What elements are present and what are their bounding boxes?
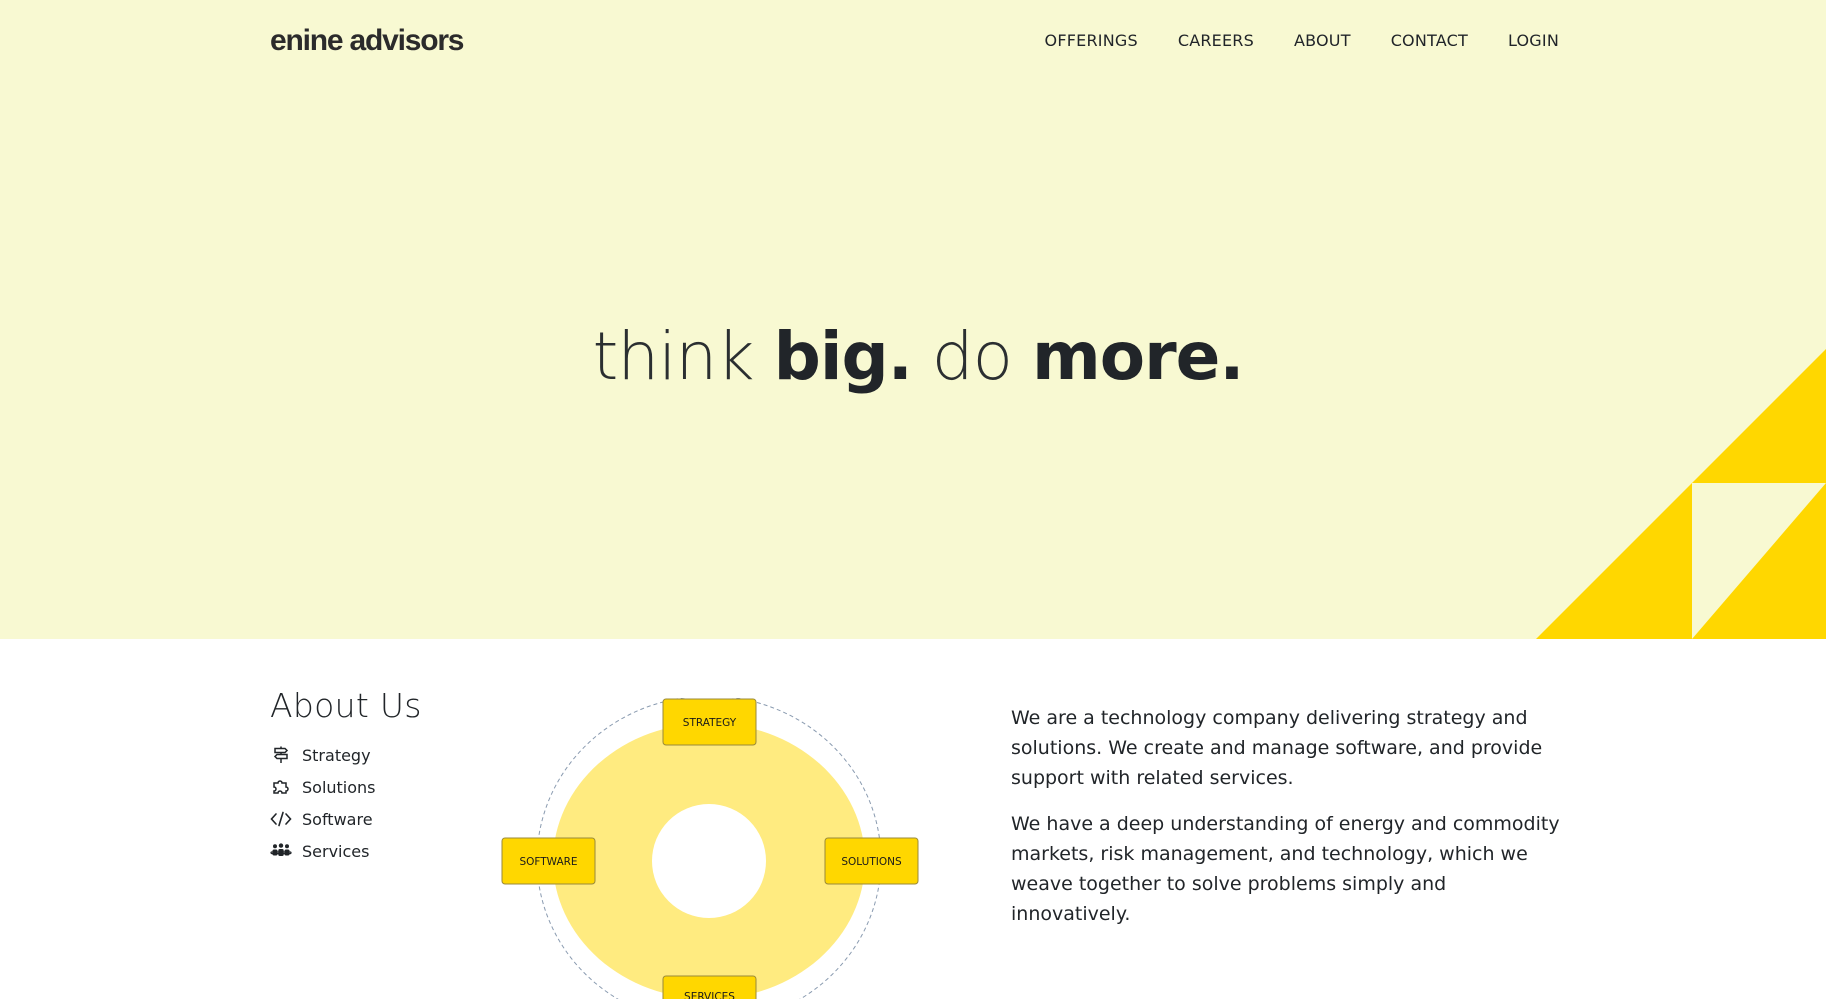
navbar: enine advisors OFFERINGS CAREERS ABOUT C… (270, 0, 1559, 80)
tagline-think: think (592, 318, 774, 395)
diagram-services-box: SERVICES (662, 975, 757, 999)
donut-hole (652, 804, 766, 918)
decorative-triangles (1536, 349, 1826, 639)
tagline-big: big. (773, 318, 913, 395)
about-item-services: Services (270, 835, 376, 867)
about-list: Strategy Solutions Software Services (270, 739, 376, 867)
diagram-solutions-label: SOLUTIONS (841, 856, 902, 868)
triangle-top (1692, 349, 1826, 483)
diagram-strategy-box: STRATEGY (662, 698, 757, 746)
about-item-label: Strategy (302, 745, 371, 765)
about-item-label: Software (302, 809, 373, 829)
triangle-bottom-right (1692, 483, 1826, 639)
diagram-software-label: SOFTWARE (519, 856, 577, 868)
code-icon (270, 810, 292, 828)
signpost-icon (270, 746, 292, 764)
brand-logo[interactable]: enine advisors (270, 24, 464, 58)
triangle-bottom-left (1536, 483, 1692, 639)
nav-login[interactable]: LOGIN (1468, 31, 1559, 50)
nav-links: OFFERINGS CAREERS ABOUT CONTACT LOGIN (1005, 31, 1559, 50)
nav-offerings[interactable]: OFFERINGS (1005, 31, 1138, 50)
puzzle-icon (270, 778, 292, 796)
people-icon (270, 842, 292, 860)
tagline-more: more. (1032, 318, 1244, 395)
about-item-label: Services (302, 841, 370, 861)
nav-contact[interactable]: CONTACT (1351, 31, 1468, 50)
hero-section: enine advisors OFFERINGS CAREERS ABOUT C… (0, 0, 1826, 639)
diagram-strategy-label: STRATEGY (683, 717, 737, 729)
about-item-label: Solutions (302, 777, 376, 797)
about-item-software: Software (270, 803, 376, 835)
about-title: About Us (270, 686, 422, 725)
nav-about[interactable]: ABOUT (1254, 31, 1351, 50)
about-description: We are a technology company delivering s… (1011, 703, 1571, 945)
about-paragraph-1: We are a technology company delivering s… (1011, 707, 1543, 789)
diagram-software-box: SOFTWARE (501, 837, 596, 885)
about-paragraph-2: We have a deep understanding of energy a… (1011, 813, 1560, 925)
about-item-solutions: Solutions (270, 771, 376, 803)
diagram-services-label: SERVICES (684, 991, 735, 999)
nav-careers[interactable]: CAREERS (1138, 31, 1254, 50)
tagline-do: do (911, 318, 1032, 395)
diagram-solutions-box: SOLUTIONS (824, 837, 919, 885)
offerings-diagram: STRATEGY SOFTWARE SOLUTIONS SERVICES (501, 698, 919, 999)
about-item-strategy: Strategy (270, 739, 376, 771)
